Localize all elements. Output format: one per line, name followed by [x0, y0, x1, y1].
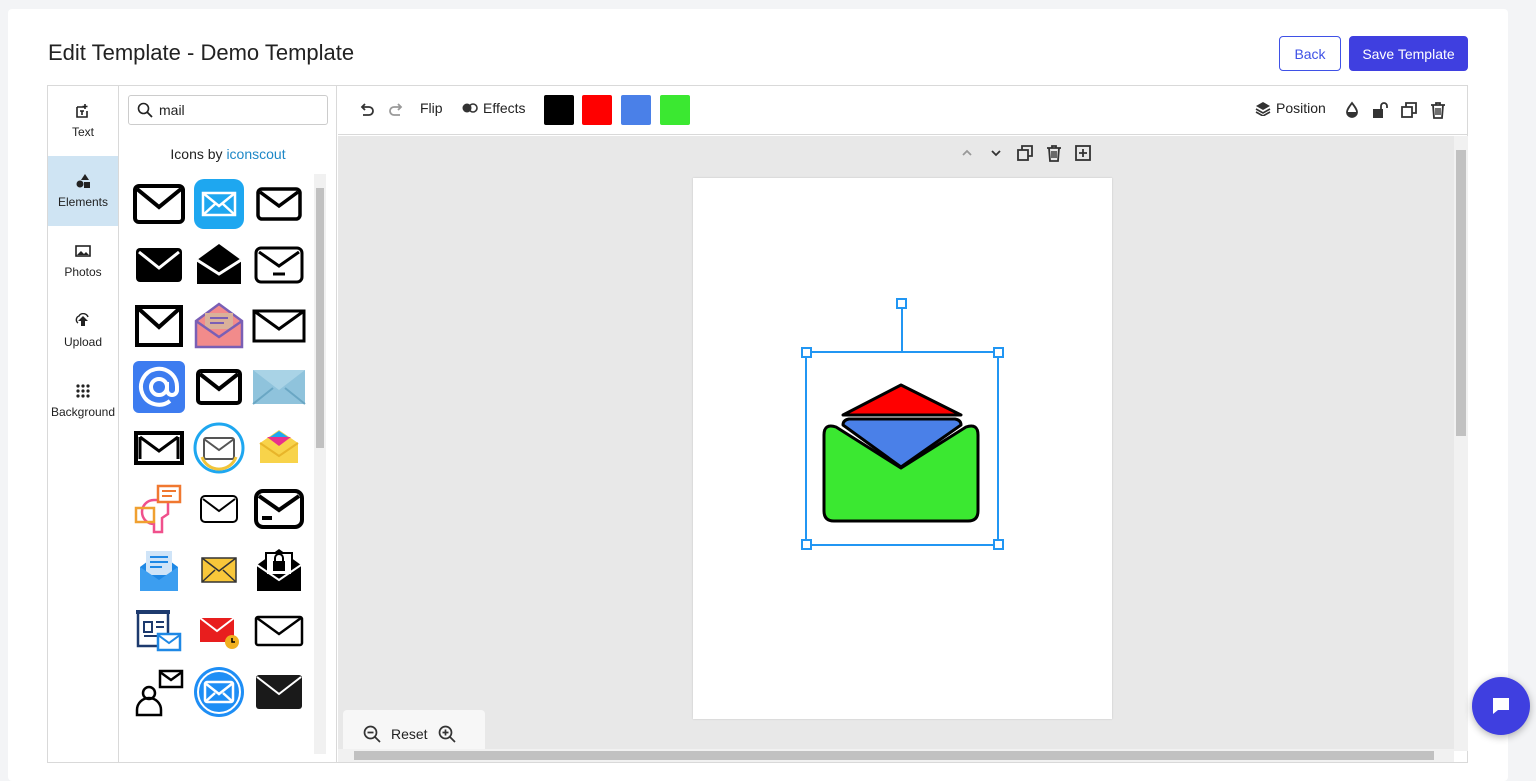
- image-icon: [75, 245, 91, 257]
- position-label: Position: [1276, 100, 1326, 116]
- delete-page-icon[interactable]: [1045, 144, 1063, 162]
- mail-icon[interactable]: [131, 420, 187, 476]
- save-template-button[interactable]: Save Template: [1349, 36, 1468, 71]
- credit-prefix: Icons by: [170, 146, 223, 162]
- mail-lock-icon[interactable]: [251, 542, 307, 598]
- canvas-workspace: Reset: [338, 136, 1454, 751]
- layers-icon: [1255, 102, 1271, 116]
- redo-icon[interactable]: [387, 101, 405, 119]
- mail-solid-icon[interactable]: [131, 237, 187, 293]
- resize-handle-top-left[interactable]: [801, 347, 812, 358]
- mail-outline-icon[interactable]: [251, 603, 307, 659]
- trash-icon[interactable]: [1429, 101, 1447, 119]
- envelope-flap-shape: [841, 383, 963, 417]
- rail-label: Photos: [64, 265, 102, 279]
- resize-handle-bottom-right[interactable]: [993, 539, 1004, 550]
- iconscout-link[interactable]: iconscout: [226, 146, 285, 162]
- rail-label: Elements: [57, 195, 109, 209]
- color-swatch-black[interactable]: [544, 95, 574, 125]
- chat-icon: [1493, 698, 1509, 714]
- rail-item-background[interactable]: Background: [48, 366, 118, 436]
- mail-circle-icon[interactable]: [191, 420, 247, 476]
- effects-label: Effects: [483, 100, 526, 116]
- at-sign-icon[interactable]: [131, 359, 187, 415]
- mail-time-icon[interactable]: [191, 603, 247, 659]
- side-rail: Text Elements Photos Upload Background: [48, 86, 119, 762]
- icon-search-input[interactable]: [159, 102, 319, 118]
- mail-letter-icon[interactable]: [131, 542, 187, 598]
- back-button[interactable]: Back: [1279, 36, 1341, 71]
- mail-open-color-icon[interactable]: [191, 298, 247, 354]
- zoom-out-icon[interactable]: [363, 725, 381, 743]
- add-page-icon[interactable]: [1074, 144, 1092, 162]
- page-controls: [958, 144, 1092, 162]
- rail-item-elements[interactable]: Elements: [48, 156, 118, 226]
- chat-launcher-button[interactable]: [1472, 677, 1530, 735]
- effects-icon: [462, 103, 478, 113]
- icons-credit: Icons by iconscout: [119, 146, 336, 162]
- rail-label: Background: [50, 405, 116, 419]
- panel-scroll-thumb[interactable]: [316, 188, 324, 448]
- mail-outline-icon[interactable]: [251, 298, 307, 354]
- color-swatch-blue[interactable]: [621, 95, 651, 125]
- color-swatch-green[interactable]: [660, 95, 690, 125]
- search-icon: [137, 102, 153, 118]
- selected-mail-element[interactable]: [693, 178, 1112, 719]
- chevron-up-icon[interactable]: [958, 144, 976, 162]
- duplicate-icon[interactable]: [1400, 101, 1418, 119]
- zoom-in-icon[interactable]: [438, 725, 456, 743]
- flip-button[interactable]: Flip: [420, 100, 443, 116]
- zoom-controls: Reset: [343, 710, 485, 751]
- mail-user-icon[interactable]: [131, 664, 187, 720]
- unlock-icon[interactable]: [1371, 101, 1389, 119]
- page-title: Edit Template - Demo Template: [48, 40, 355, 65]
- chevron-down-icon[interactable]: [987, 144, 1005, 162]
- undo-icon[interactable]: [358, 101, 376, 119]
- rail-label: Text: [71, 125, 94, 139]
- rail-item-photos[interactable]: Photos: [48, 226, 118, 296]
- mail-flat-icon[interactable]: [251, 359, 307, 415]
- mail-user-icon[interactable]: [131, 481, 187, 537]
- mail-app-icon[interactable]: [191, 176, 247, 232]
- mail-icon[interactable]: [131, 298, 187, 354]
- rail-label: Upload: [63, 335, 103, 349]
- rail-item-upload[interactable]: Upload: [48, 296, 118, 366]
- upload-icon: [75, 313, 89, 326]
- mail-solid-icon[interactable]: [251, 664, 307, 720]
- mail-document-icon[interactable]: [131, 603, 187, 659]
- mail-yellow-icon[interactable]: [191, 542, 247, 598]
- editor: Text Elements Photos Upload Background I…: [47, 85, 1468, 763]
- mail-icon[interactable]: [131, 176, 187, 232]
- resize-handle-bottom-left[interactable]: [801, 539, 812, 550]
- workspace-vscroll-thumb[interactable]: [1456, 150, 1466, 436]
- resize-handle-top-right[interactable]: [993, 347, 1004, 358]
- duplicate-page-icon[interactable]: [1016, 144, 1034, 162]
- opacity-icon[interactable]: [1343, 101, 1361, 119]
- panel-scrollbar[interactable]: [314, 174, 326, 754]
- color-swatch-red[interactable]: [582, 95, 612, 125]
- rotate-handle[interactable]: [896, 298, 907, 309]
- mail-outline-icon[interactable]: [191, 481, 247, 537]
- rail-item-text[interactable]: Text: [48, 86, 118, 156]
- position-button[interactable]: Position: [1255, 100, 1326, 116]
- workspace-vertical-scrollbar[interactable]: [1454, 136, 1468, 751]
- mail-outline-icon[interactable]: [251, 176, 307, 232]
- grid-dots-icon: [76, 384, 90, 398]
- mail-open-color-icon[interactable]: [251, 420, 307, 476]
- text-add-icon: [76, 104, 88, 118]
- workspace-horizontal-scrollbar[interactable]: [338, 749, 1454, 762]
- mail-icon[interactable]: [191, 359, 247, 415]
- template-page[interactable]: [693, 178, 1112, 719]
- workspace-hscroll-thumb[interactable]: [354, 751, 1434, 760]
- elements-panel: Icons by iconscout: [119, 86, 337, 762]
- icon-search-box[interactable]: [128, 95, 328, 125]
- mail-open-icon[interactable]: [191, 237, 247, 293]
- zoom-reset-button[interactable]: Reset: [391, 726, 428, 742]
- toolbar: Flip Effects Position: [338, 86, 1468, 135]
- mail-circle-icon[interactable]: [191, 664, 247, 720]
- shapes-icon: [76, 174, 90, 188]
- mail-minus-icon[interactable]: [251, 237, 307, 293]
- effects-button[interactable]: Effects: [462, 100, 526, 116]
- mail-card-icon[interactable]: [251, 481, 307, 537]
